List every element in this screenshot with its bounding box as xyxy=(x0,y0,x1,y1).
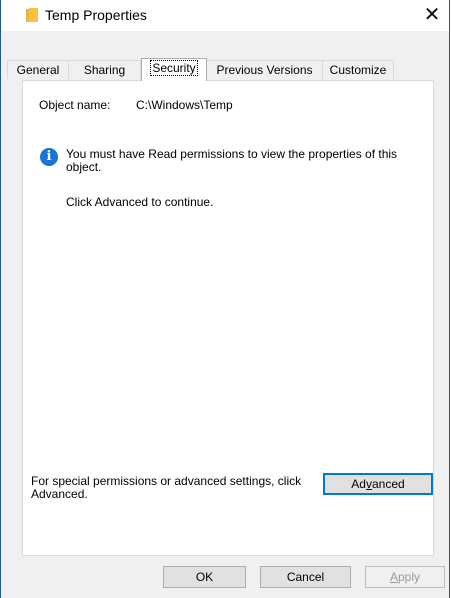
tab-security[interactable]: Security xyxy=(141,58,207,81)
apply-button[interactable]: Apply xyxy=(365,566,445,588)
advanced-button[interactable]: Advanced xyxy=(323,473,433,495)
info-icon: i xyxy=(40,148,58,166)
title-bar[interactable]: Temp Properties ✕ xyxy=(1,0,449,31)
object-name-label: Object name: xyxy=(39,98,111,112)
window-title: Temp Properties xyxy=(45,7,147,23)
folder-icon xyxy=(26,8,38,22)
security-panel: Object name: C:\Windows\Temp i You must … xyxy=(22,80,434,556)
ok-button[interactable]: OK xyxy=(163,566,246,588)
info-message: You must have Read permissions to view t… xyxy=(66,147,398,174)
properties-dialog: Temp Properties ✕ General Sharing Securi… xyxy=(0,0,450,598)
object-name-value: C:\Windows\Temp xyxy=(136,98,233,112)
tab-strip: General Sharing Security Previous Versio… xyxy=(1,58,449,81)
special-permissions-text: For special permissions or advanced sett… xyxy=(31,474,302,501)
tab-customize[interactable]: Customize xyxy=(322,60,394,79)
tab-previous-versions[interactable]: Previous Versions xyxy=(206,60,323,79)
advanced-hint: Click Advanced to continue. xyxy=(66,195,214,209)
tab-sharing[interactable]: Sharing xyxy=(68,60,141,79)
tab-general[interactable]: General xyxy=(7,60,69,79)
cancel-button[interactable]: Cancel xyxy=(260,566,351,588)
close-icon[interactable]: ✕ xyxy=(419,2,445,28)
